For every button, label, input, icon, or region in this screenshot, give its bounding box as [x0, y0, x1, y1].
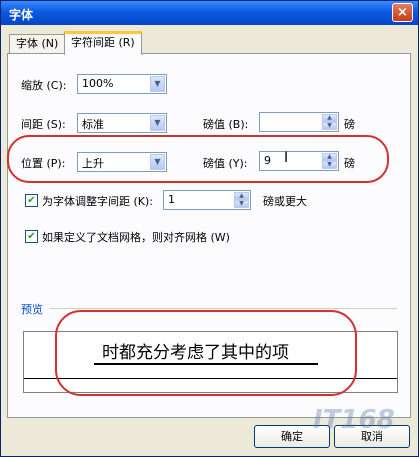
title-bar: 字体 × — [1, 1, 418, 25]
spacing-unit: 磅 — [344, 118, 355, 131]
preview-highlight-annotation — [55, 310, 357, 396]
position-highlight-annotation — [7, 135, 389, 183]
kerning-label: 为字体调整字间距 (K): — [42, 195, 153, 208]
spin-down-icon[interactable]: ▼ — [234, 200, 249, 208]
checkmark-icon: ✔ — [27, 231, 36, 242]
tab-character-spacing-label: 字符间距 (R) — [71, 36, 135, 49]
spin-up-icon[interactable]: ▲ — [322, 114, 337, 122]
kerning-checkbox[interactable]: ✔ — [25, 194, 38, 207]
spacing-pt-input[interactable]: ▲ ▼ — [259, 112, 339, 132]
dialog-title: 字体 — [9, 8, 34, 22]
checkmark-icon: ✔ — [27, 195, 36, 206]
tab-character-spacing[interactable]: 字符间距 (R) — [64, 31, 142, 55]
preview-divider — [49, 308, 397, 309]
font-dialog: 字体 × 字体 (N) 字符间距 (R) 缩放 (C): 100% ▼ 间距 (… — [0, 0, 419, 457]
chevron-down-icon[interactable]: ▼ — [150, 115, 165, 131]
grid-checkbox[interactable]: ✔ — [25, 230, 38, 243]
grid-label: 如果定义了文档网格，则对齐网格 (W) — [42, 231, 230, 244]
spacing-select[interactable]: 标准 ▼ — [77, 113, 167, 133]
watermark-logo: IT168 — [313, 405, 395, 435]
kerning-input[interactable]: 1 ▲ ▼ — [163, 190, 251, 210]
spin-up-icon[interactable]: ▲ — [234, 192, 249, 200]
kerning-suffix: 磅或更大 — [263, 195, 307, 208]
close-icon: × — [397, 5, 408, 20]
scale-select[interactable]: 100% ▼ — [77, 74, 167, 94]
scale-label: 缩放 (C): — [21, 79, 67, 92]
chevron-down-icon[interactable]: ▼ — [150, 76, 165, 92]
preview-label: 预览 — [21, 303, 43, 316]
kerning-value: 1 — [168, 193, 175, 206]
spin-down-icon[interactable]: ▼ — [322, 122, 337, 130]
scale-value: 100% — [82, 77, 114, 90]
tab-font-label: 字体 (N) — [16, 37, 59, 50]
spacing-value: 标准 — [82, 118, 104, 131]
ok-button-label: 确定 — [281, 430, 303, 443]
close-button[interactable]: × — [392, 3, 413, 22]
tab-font[interactable]: 字体 (N) — [9, 34, 66, 53]
kerning-spinner: ▲ ▼ — [234, 192, 249, 208]
spacing-pt-label: 磅值 (B): — [203, 118, 249, 131]
spacing-spinner: ▲ ▼ — [322, 114, 337, 130]
spacing-label: 间距 (S): — [21, 118, 66, 131]
